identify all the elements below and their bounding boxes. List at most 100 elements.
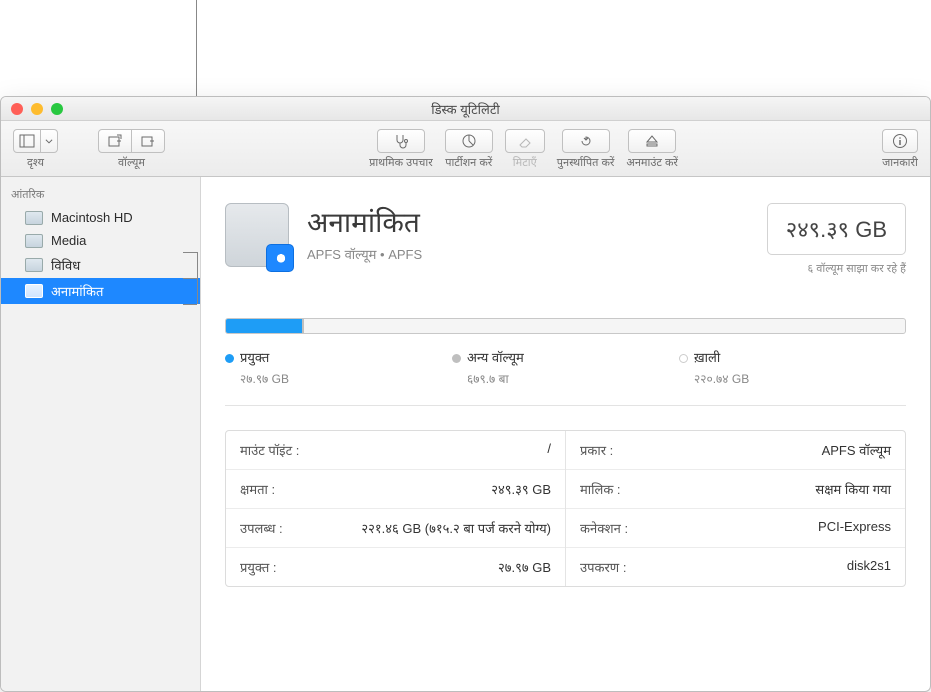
close-button[interactable] <box>11 103 23 115</box>
sidebar-heading: आंतरिक <box>1 183 200 206</box>
used-value: २७.९७ GB <box>498 558 551 576</box>
remove-volume-icon <box>140 133 156 149</box>
partition-group: पार्टीशन करें <box>445 129 493 170</box>
volume-header: अनामांकित APFS वॉल्यूम • APFS २४९.३९ GB … <box>225 203 906 276</box>
window-title: डिस्क यूटिलिटी <box>1 100 930 118</box>
zoom-button[interactable] <box>51 103 63 115</box>
callout-connector <box>183 304 197 305</box>
type-key: प्रकार : <box>580 441 613 459</box>
window-controls <box>11 103 63 115</box>
info-group: जानकारी <box>882 129 918 170</box>
erase-button[interactable] <box>505 129 545 153</box>
other-dot-icon <box>452 354 461 363</box>
unmount-button[interactable] <box>628 129 676 153</box>
legend-free-label: ख़ाली <box>694 350 720 365</box>
stethoscope-icon <box>393 133 409 149</box>
volume-sharing: ६ वॉल्यूम साझा कर रहे हैं <box>767 261 906 276</box>
restore-icon <box>578 133 594 149</box>
callout-connector <box>197 252 198 304</box>
available-value: २२१.४६ GB (७१५.२ बा पर्ज करने योग्य) <box>361 519 551 537</box>
erase-icon <box>517 133 533 149</box>
usage-bar-used <box>226 319 302 333</box>
legend-other-label: अन्य वॉल्यूम <box>467 350 524 365</box>
sidebar-item-label: Media <box>51 233 86 248</box>
free-dot-icon <box>679 354 688 363</box>
volume-label: वॉल्यूम <box>118 155 145 170</box>
partition-label: पार्टीशन करें <box>445 155 492 170</box>
volume-group: वॉल्यूम <box>98 129 165 170</box>
legend-used-value: २७.९७ GB <box>240 370 452 387</box>
info-button[interactable] <box>882 129 918 153</box>
disk-icon <box>25 234 43 248</box>
toolbar: दृश्य वॉल्यूम प्राथमिक उपचार <box>1 121 930 177</box>
sidebar-item-media[interactable]: Media <box>1 229 200 252</box>
mount-point-key: माउंट पॉइंट : <box>240 441 299 459</box>
info-icon <box>892 133 908 149</box>
titlebar: डिस्क यूटिलिटी <box>1 97 930 121</box>
type-value: APFS वॉल्यूम <box>822 441 891 459</box>
view-button[interactable] <box>13 129 41 153</box>
first-aid-label: प्राथमिक उपचार <box>369 155 433 170</box>
owner-key: मालिक : <box>580 480 621 498</box>
device-key: उपकरण : <box>580 558 626 576</box>
restore-button[interactable] <box>562 129 610 153</box>
volume-name: अनामांकित <box>307 203 422 241</box>
used-key: प्रयुक्त : <box>240 558 277 576</box>
disk-icon <box>25 258 43 272</box>
mount-point-value: / <box>547 441 551 459</box>
sidebar-item-unnamed[interactable]: अनामांकित <box>1 278 200 304</box>
add-volume-icon <box>107 133 123 149</box>
sidebar-item-macintosh-hd[interactable]: Macintosh HD <box>1 206 200 229</box>
usage-legend: प्रयुक्त २७.९७ GB अन्य वॉल्यूम ६७९.७ बा … <box>225 348 906 406</box>
used-dot-icon <box>225 354 234 363</box>
eject-icon <box>644 133 660 149</box>
sidebar-item-label: विविध <box>51 256 80 274</box>
callout-connector <box>183 278 197 279</box>
volume-icon <box>225 203 289 267</box>
details-table: माउंट पॉइंट : / क्षमता : २४९.३९ GB उपलब्ध … <box>225 430 906 587</box>
legend-used-label: प्रयुक्त <box>240 350 269 365</box>
callout-line <box>196 0 197 96</box>
capacity-value: २४९.३९ GB <box>491 480 551 498</box>
device-value: disk2s1 <box>847 558 891 576</box>
content-pane: अनामांकित APFS वॉल्यूम • APFS २४९.३९ GB … <box>201 177 930 691</box>
unmount-group: अनमाउंट करें <box>626 129 678 170</box>
remove-volume-button[interactable] <box>131 129 165 153</box>
connection-key: कनेक्शन : <box>580 519 628 537</box>
available-key: उपलब्ध : <box>240 519 283 537</box>
unmount-label: अनमाउंट करें <box>626 155 678 170</box>
add-volume-button[interactable] <box>98 129 132 153</box>
partition-button[interactable] <box>445 129 493 153</box>
capacity-key: क्षमता : <box>240 480 275 498</box>
callout-connector <box>183 252 197 253</box>
erase-label: मिटाएँ <box>513 155 537 170</box>
restore-group: पुनर्स्थापित करें <box>557 129 615 170</box>
view-label: दृश्य <box>27 155 44 170</box>
first-aid-button[interactable] <box>377 129 425 153</box>
info-label: जानकारी <box>882 155 918 170</box>
chevron-down-icon <box>44 136 54 146</box>
minimize-button[interactable] <box>31 103 43 115</box>
view-dropdown[interactable] <box>40 129 58 153</box>
volume-subtitle: APFS वॉल्यूम • APFS <box>307 245 422 263</box>
sidebar-item-vividh[interactable]: विविध <box>1 252 200 278</box>
volume-size: २४९.३९ GB <box>767 203 906 255</box>
pie-icon <box>461 133 477 149</box>
connection-value: PCI-Express <box>818 519 891 537</box>
disk-icon <box>25 211 43 225</box>
restore-label: पुनर्स्थापित करें <box>557 155 615 170</box>
app-window: डिस्क यूटिलिटी दृश्य <box>0 96 931 692</box>
first-aid-group: प्राथमिक उपचार <box>369 129 433 170</box>
erase-group: मिटाएँ <box>505 129 545 170</box>
sidebar-item-label: Macintosh HD <box>51 210 133 225</box>
sidebar-icon <box>19 133 35 149</box>
usage-bar-section: प्रयुक्त २७.९७ GB अन्य वॉल्यूम ६७९.७ बा … <box>225 318 906 406</box>
legend-other-value: ६७९.७ बा <box>467 370 679 387</box>
sidebar-item-label: अनामांकित <box>51 282 103 300</box>
usage-bar <box>225 318 906 334</box>
sidebar: आंतरिक Macintosh HD Media विविध अनामांकि… <box>1 177 201 691</box>
view-group: दृश्य <box>13 129 58 170</box>
owner-value: सक्षम किया गया <box>815 480 891 498</box>
disk-icon <box>25 284 43 298</box>
legend-free-value: २२०.७४ GB <box>694 370 906 387</box>
